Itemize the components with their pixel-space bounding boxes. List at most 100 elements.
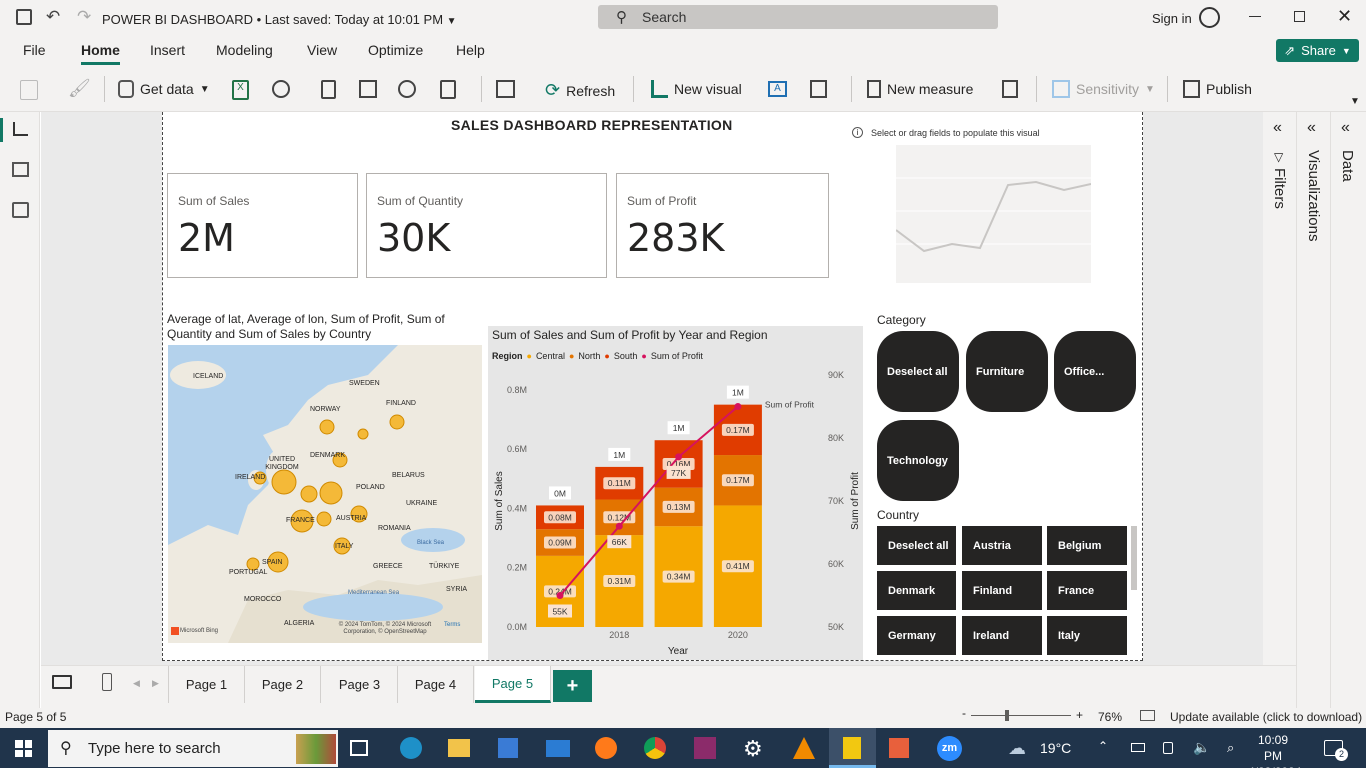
edge-icon[interactable] bbox=[400, 737, 422, 759]
expand-visualizations-icon[interactable]: « bbox=[1307, 119, 1316, 137]
zoom-in-icon[interactable]: + bbox=[1076, 708, 1083, 722]
share-button[interactable]: ⇗ Share ▼ bbox=[1276, 39, 1359, 62]
menu-view[interactable]: View bbox=[307, 42, 337, 58]
weather-temp[interactable]: 19°C bbox=[1040, 740, 1071, 756]
recent-sources-icon[interactable] bbox=[440, 80, 456, 99]
windows-start-icon[interactable] bbox=[15, 740, 32, 757]
publish-button[interactable]: Publish bbox=[1183, 80, 1252, 98]
menu-modeling[interactable]: Modeling bbox=[216, 42, 273, 58]
slicer-option[interactable]: Furniture bbox=[966, 331, 1048, 412]
tray-chevron-icon[interactable]: ⌃ bbox=[1098, 739, 1108, 753]
new-measure-button[interactable]: New measure bbox=[867, 80, 973, 98]
table-view-icon[interactable] bbox=[12, 162, 29, 177]
zoom-app-icon[interactable]: zm bbox=[937, 736, 962, 761]
tab-page-4[interactable]: Page 4 bbox=[398, 666, 474, 703]
tab-page-3[interactable]: Page 3 bbox=[322, 666, 398, 703]
slicer-option[interactable]: France bbox=[1047, 571, 1127, 610]
taskbar-search[interactable]: ⚲ Type here to search bbox=[48, 730, 338, 767]
media-player-icon[interactable] bbox=[889, 738, 909, 758]
visualizations-pane-label[interactable]: Visualizations bbox=[1305, 150, 1322, 241]
kpi-card-quantity[interactable]: Sum of Quantity 30K bbox=[366, 173, 607, 278]
mail-icon[interactable] bbox=[546, 740, 570, 757]
volume-icon[interactable]: 🔈 bbox=[1193, 739, 1210, 756]
slicer-option[interactable]: Ireland bbox=[962, 616, 1042, 655]
zoom-out-icon[interactable]: - bbox=[962, 706, 966, 720]
minimize-icon[interactable] bbox=[1249, 16, 1261, 17]
slicer-option[interactable]: Denmark bbox=[877, 571, 956, 610]
menu-optimize[interactable]: Optimize bbox=[368, 42, 423, 58]
data-pane-label[interactable]: Data bbox=[1339, 150, 1356, 182]
slicer-scrollbar[interactable] bbox=[1131, 526, 1137, 590]
add-page-button[interactable]: + bbox=[553, 670, 592, 702]
task-view-icon[interactable] bbox=[350, 740, 368, 756]
model-view-icon[interactable] bbox=[12, 202, 29, 218]
file-explorer-icon[interactable] bbox=[448, 739, 470, 757]
sensitivity-button[interactable]: Sensitivity ▼ bbox=[1052, 80, 1155, 98]
desktop-layout-icon[interactable] bbox=[52, 675, 72, 689]
more-visuals-icon[interactable] bbox=[810, 80, 827, 98]
slicer-option[interactable]: Office... bbox=[1054, 331, 1136, 412]
chevron-down-icon[interactable]: ▼ bbox=[447, 16, 457, 27]
kpi-card-profit[interactable]: Sum of Profit 283K bbox=[616, 173, 829, 278]
new-visual-button[interactable]: New visual bbox=[651, 80, 742, 98]
dataverse-icon[interactable] bbox=[398, 80, 416, 98]
slicer-option[interactable]: Deselect all bbox=[877, 331, 959, 412]
kpi-card-sales[interactable]: Sum of Sales 2M bbox=[167, 173, 358, 278]
mobile-layout-icon[interactable] bbox=[102, 673, 112, 691]
excel-icon[interactable]: X bbox=[232, 80, 249, 100]
quick-measure-icon[interactable] bbox=[1002, 80, 1018, 98]
transform-data-icon[interactable] bbox=[496, 80, 515, 98]
filters-pane-label[interactable]: Filters bbox=[1271, 168, 1288, 209]
slicer-option[interactable]: Austria bbox=[962, 526, 1042, 565]
slicer-option[interactable]: Deselect all bbox=[877, 526, 956, 565]
menu-file[interactable]: File bbox=[23, 42, 46, 58]
firefox-icon[interactable] bbox=[595, 737, 617, 759]
map-terms-link[interactable]: Terms bbox=[444, 622, 460, 628]
format-painter-icon[interactable]: 🖌 bbox=[68, 78, 91, 99]
fit-to-page-icon[interactable] bbox=[1140, 710, 1155, 721]
redo-icon[interactable]: ↷ bbox=[77, 7, 91, 27]
meet-now-icon[interactable] bbox=[1163, 742, 1173, 754]
chrome-icon[interactable] bbox=[644, 737, 666, 759]
menu-home[interactable]: Home bbox=[81, 42, 120, 65]
sign-in-link[interactable]: Sign in bbox=[1152, 11, 1192, 26]
maximize-icon[interactable] bbox=[1294, 11, 1305, 22]
store-icon[interactable] bbox=[498, 738, 518, 758]
legend-item[interactable]: South bbox=[614, 351, 638, 361]
combo-chart[interactable]: 0.0M 0.2M 0.4M 0.6M 0.8M 50K 60K 70K 80K 90K Sum o… bbox=[488, 365, 863, 660]
expand-filters-icon[interactable]: « bbox=[1273, 119, 1282, 137]
legend-item[interactable]: Sum of Profit bbox=[651, 351, 703, 361]
slicer-option[interactable]: Belgium bbox=[1047, 526, 1127, 565]
tab-page-2[interactable]: Page 2 bbox=[245, 666, 321, 703]
paste-icon[interactable] bbox=[20, 80, 38, 100]
menu-help[interactable]: Help bbox=[456, 42, 485, 58]
onelake-icon[interactable] bbox=[272, 80, 290, 98]
legend-item[interactable]: North bbox=[578, 351, 600, 361]
slicer-option[interactable]: Germany bbox=[877, 616, 956, 655]
legend-item[interactable]: Central bbox=[536, 351, 565, 361]
slicer-option[interactable]: Finland bbox=[962, 571, 1042, 610]
report-view-icon[interactable] bbox=[13, 122, 28, 136]
vlc-icon[interactable] bbox=[793, 737, 815, 759]
tab-page-1[interactable]: Page 1 bbox=[169, 666, 245, 703]
tab-page-5[interactable]: Page 5 bbox=[475, 666, 551, 703]
collapse-ribbon-icon[interactable]: ▼ bbox=[1350, 96, 1360, 107]
undo-icon[interactable]: ↶ bbox=[46, 7, 60, 27]
tab-scroll-right-icon[interactable]: ▶ bbox=[152, 678, 159, 689]
clock[interactable]: 10:09 PM 4/23/2024 bbox=[1248, 732, 1301, 780]
placeholder-visual[interactable] bbox=[896, 145, 1091, 283]
map-visual[interactable] bbox=[168, 345, 482, 643]
expand-data-icon[interactable]: « bbox=[1341, 119, 1350, 137]
menu-insert[interactable]: Insert bbox=[150, 42, 185, 58]
get-data-button[interactable]: Get data ▼ bbox=[118, 80, 210, 98]
text-box-icon[interactable]: A bbox=[768, 81, 787, 97]
winrar-icon[interactable] bbox=[694, 737, 716, 759]
powerbi-icon[interactable] bbox=[843, 737, 861, 759]
update-available-link[interactable]: Update available (click to download) bbox=[1170, 710, 1362, 724]
sql-icon[interactable] bbox=[321, 80, 336, 99]
slicer-option[interactable]: Italy bbox=[1047, 616, 1127, 655]
settings-gear-icon[interactable]: ⚙ bbox=[743, 736, 763, 762]
zoom-level[interactable]: 76% bbox=[1098, 710, 1122, 724]
close-icon[interactable]: ✕ bbox=[1337, 6, 1352, 27]
enter-data-icon[interactable] bbox=[359, 80, 377, 98]
